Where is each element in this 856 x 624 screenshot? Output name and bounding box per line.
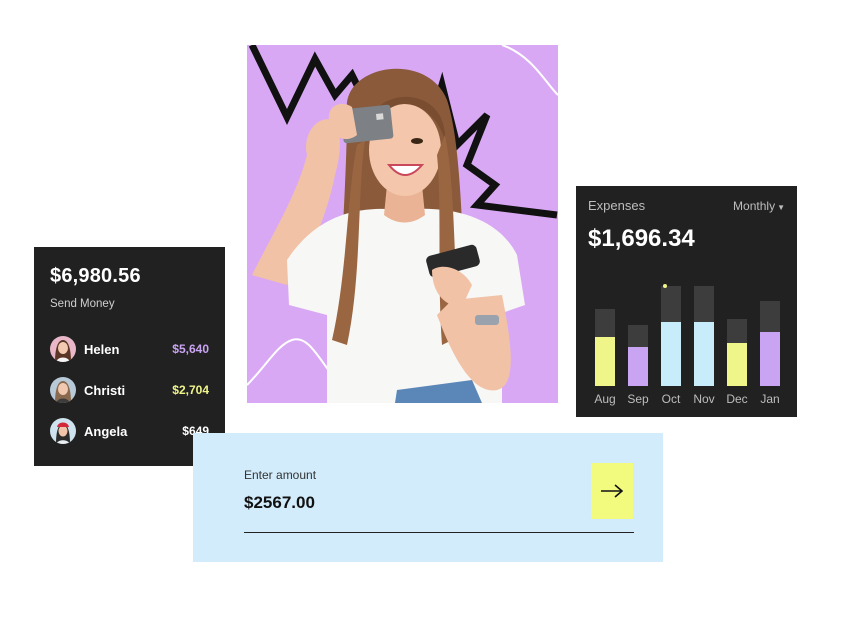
- avatar: [50, 336, 76, 362]
- contact-list: Helen $5,640 Christi $2,704 Angela $649: [50, 336, 209, 444]
- amount-input[interactable]: $2567.00: [244, 493, 315, 513]
- contact-row-helen[interactable]: Helen $5,640: [50, 336, 209, 362]
- contact-name: Angela: [84, 423, 128, 439]
- bar-spent-nov[interactable]: [694, 322, 714, 386]
- contact-name: Christi: [84, 382, 126, 398]
- tick-label-jan: Jan: [760, 392, 779, 406]
- hero-photo: [247, 45, 558, 403]
- contact-row-christi[interactable]: Christi $2,704: [50, 377, 209, 403]
- contact-amount: $2,704: [172, 383, 209, 397]
- tick-label-dec: Dec: [726, 392, 747, 406]
- expenses-card: Expenses Monthly ▼ $1,696.34 Aug Sep Oct Nov…: [576, 186, 797, 417]
- tick-label-aug: Aug: [594, 392, 615, 406]
- tick-label-oct: Oct: [662, 392, 681, 406]
- bar-spent-aug[interactable]: [595, 337, 615, 386]
- bar-spent-dec[interactable]: [727, 343, 747, 386]
- bar-spent-oct[interactable]: [661, 322, 681, 386]
- expenses-bar-chart: Aug Sep Oct Nov Dec Jan: [594, 284, 780, 406]
- highlight-dot: [663, 284, 667, 288]
- contact-amount: $5,640: [172, 342, 209, 356]
- submit-button[interactable]: [591, 463, 633, 519]
- send-money-label: Send Money: [50, 298, 115, 310]
- balance-amount: $6,980.56: [50, 265, 141, 287]
- arrow-right-icon: [601, 484, 624, 498]
- bar-spent-sep[interactable]: [628, 347, 648, 386]
- contact-row-angela[interactable]: Angela $649: [50, 418, 209, 444]
- tick-label-nov: Nov: [693, 392, 714, 406]
- contact-name: Helen: [84, 341, 120, 357]
- tick-label-sep: Sep: [627, 392, 649, 406]
- amount-underline: [244, 532, 634, 533]
- avatar: [50, 418, 76, 444]
- woman-with-card-illustration: [247, 45, 558, 403]
- amount-entry-card: Enter amount $2567.00: [193, 433, 663, 562]
- avatar: [50, 377, 76, 403]
- amount-label: Enter amount: [244, 468, 317, 482]
- bar-spent-jan[interactable]: [760, 332, 780, 386]
